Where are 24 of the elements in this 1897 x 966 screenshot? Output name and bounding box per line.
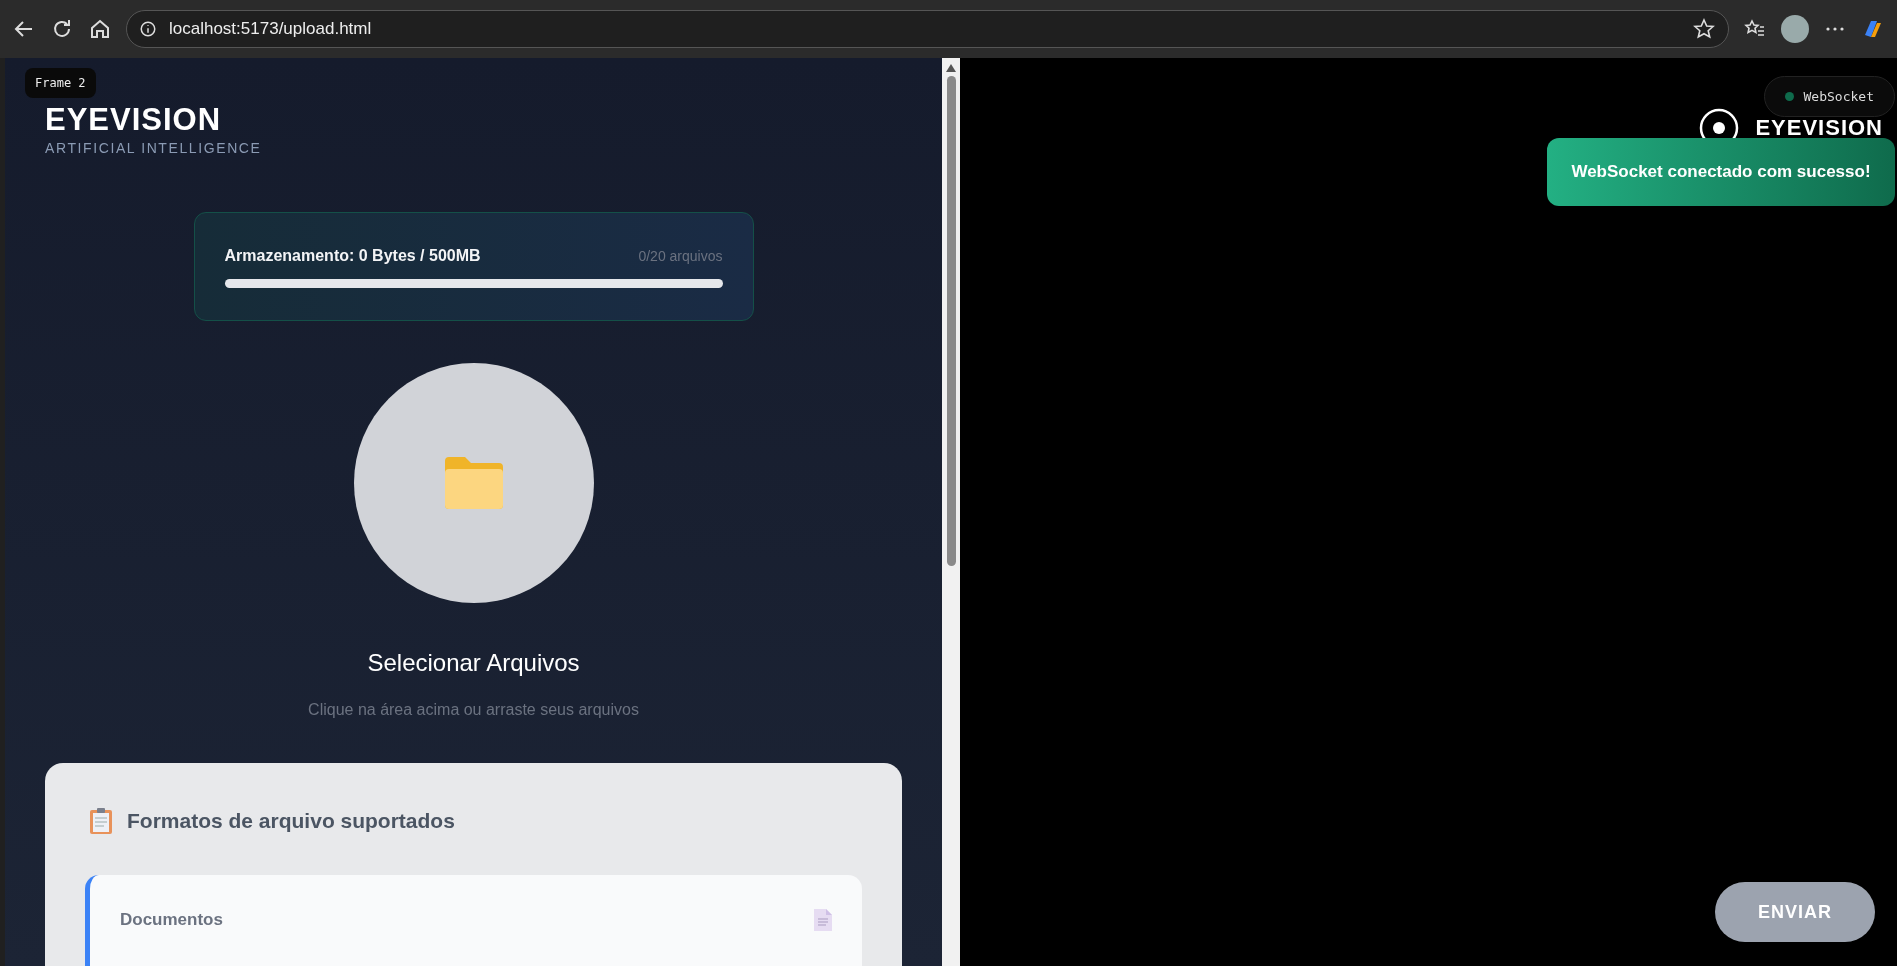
folder-icon <box>442 455 505 511</box>
scrollbar[interactable] <box>942 58 960 966</box>
star-icon[interactable] <box>1692 17 1716 41</box>
format-name: Documentos <box>120 910 223 930</box>
status-label: WebSocket <box>1803 89 1874 104</box>
frame-label: Frame 2 <box>25 68 96 98</box>
clipboard-icon <box>89 807 113 835</box>
formats-title: Formatos de arquivo suportados <box>127 809 455 833</box>
tagline: ARTIFICIAL INTELLIGENCE <box>45 140 262 156</box>
scroll-up-icon[interactable] <box>946 64 956 72</box>
upload-hint: Clique na área acima ou arraste seus arquivos <box>308 701 639 719</box>
success-toast: WebSocket conectado com sucesso! <box>1547 138 1895 206</box>
profile-avatar[interactable] <box>1781 15 1809 43</box>
address-bar[interactable]: localhost:5173/upload.html <box>126 10 1729 48</box>
url-text: localhost:5173/upload.html <box>169 19 373 39</box>
file-count: 0/20 arquivos <box>638 248 723 264</box>
home-icon[interactable] <box>88 17 112 41</box>
upload-title: Selecionar Arquivos <box>367 649 580 677</box>
logo-text: EYEVISION <box>1755 115 1883 141</box>
logo-text: EYEVISION <box>45 104 222 136</box>
info-icon[interactable] <box>139 20 157 38</box>
document-icon <box>814 909 832 931</box>
scrollbar-thumb[interactable] <box>946 76 956 566</box>
storage-label: Armazenamento: 0 Bytes / 500MB <box>224 247 481 265</box>
